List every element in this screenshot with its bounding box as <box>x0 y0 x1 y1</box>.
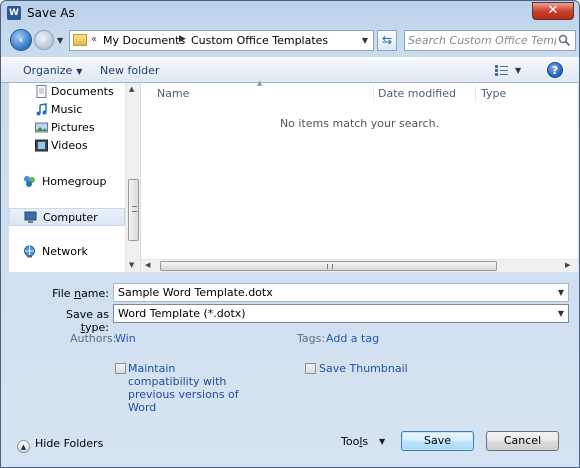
sort-indicator-icon: ▲ <box>257 79 263 87</box>
computer-icon <box>24 211 37 223</box>
save-thumbnail-label[interactable]: Save Thumbnail <box>319 362 408 375</box>
file-list-scrollbar[interactable]: ◀ ▶ <box>141 259 578 272</box>
tags-value[interactable]: Add a tag <box>326 332 379 345</box>
file-name-field[interactable]: Sample Word Template.dotx ▼ <box>113 283 569 302</box>
maintain-compatibility-checkbox[interactable] <box>115 363 126 374</box>
nav-item-label: Videos <box>51 139 88 152</box>
address-bar[interactable]: « My Documents ▶ Custom Office Templates… <box>69 30 374 51</box>
authors-label: Authors: <box>70 332 117 345</box>
chevron-down-icon[interactable]: ▼ <box>558 288 564 297</box>
nav-item-music[interactable]: Music <box>9 101 125 119</box>
back-button[interactable]: ‹ <box>10 29 32 51</box>
save-button[interactable]: Save <box>401 431 474 451</box>
nav-item-label: Music <box>51 103 83 116</box>
search-icon[interactable] <box>558 34 571 47</box>
chevron-down-icon: ▼ <box>76 67 83 76</box>
breadcrumb-custom-office-templates[interactable]: Custom Office Templates <box>191 34 328 47</box>
nav-item-homegroup[interactable]: Homegroup <box>9 173 125 191</box>
nav-item-network[interactable]: Network <box>9 243 125 261</box>
address-dropdown-icon[interactable]: ▼ <box>362 36 368 45</box>
views-dropdown-icon[interactable]: ▼ <box>515 66 521 75</box>
command-bar: Organize ▼ New folder ▼ ? <box>1 57 579 83</box>
scroll-down-icon[interactable]: ▼ <box>129 261 134 269</box>
save-as-type-value: Word Template (*.dotx) <box>118 307 246 320</box>
save-as-type-select[interactable]: Word Template (*.dotx) ▼ <box>113 304 569 323</box>
tools-dropdown-icon[interactable]: ▼ <box>379 437 385 446</box>
breadcrumb-separator-icon[interactable]: ▶ <box>179 34 186 44</box>
cancel-button[interactable]: Cancel <box>486 431 559 451</box>
save-as-type-label: Save as type: <box>66 308 109 334</box>
nav-item-label: Computer <box>43 211 98 224</box>
homegroup-icon <box>24 176 35 187</box>
chevron-up-icon: ▲ <box>17 440 30 453</box>
hide-folders-label: Hide Folders <box>35 437 104 450</box>
scroll-up-icon[interactable]: ▲ <box>129 85 134 93</box>
nav-item-label: Pictures <box>51 121 95 134</box>
breadcrumb-my-documents[interactable]: My Documents <box>103 34 185 47</box>
scroll-left-icon[interactable]: ◀ <box>145 261 150 269</box>
pictures-icon <box>35 122 48 133</box>
column-header-date-modified[interactable]: Date modified <box>378 87 456 100</box>
save-as-dialog: W Save As ✕ ‹ › ▼ « My Documents ▶ Custo… <box>0 0 580 468</box>
authors-value[interactable]: Win <box>115 332 136 345</box>
chevron-down-icon[interactable]: ▼ <box>558 309 564 318</box>
file-name-label: File name: <box>52 287 109 300</box>
scroll-right-icon[interactable]: ▶ <box>565 261 570 269</box>
breadcrumb-overflow-chevron[interactable]: « <box>91 34 97 45</box>
documents-icon <box>36 85 47 98</box>
nav-item-label: Network <box>42 245 88 258</box>
videos-icon <box>35 139 48 152</box>
hide-folders-button[interactable]: ▲ Hide Folders <box>17 437 103 453</box>
save-thumbnail-checkbox[interactable] <box>305 363 316 374</box>
maintain-compatibility-label[interactable]: Maintain compatibility with previous ver… <box>128 362 239 414</box>
grip-icon <box>132 206 137 212</box>
nav-item-pictures[interactable]: Pictures <box>9 119 125 137</box>
navigation-pane: Documents Music Pictures Videos Homegrou… <box>9 83 140 272</box>
new-folder-button[interactable]: New folder <box>100 64 159 77</box>
scrollbar-thumb[interactable] <box>128 179 139 241</box>
tags-label: Tags: <box>297 332 326 345</box>
tools-button[interactable]: Tools <box>341 435 368 448</box>
nav-item-label: Documents <box>51 85 114 98</box>
close-button[interactable]: ✕ <box>532 2 574 20</box>
nav-item-label: Homegroup <box>42 175 107 188</box>
refresh-button[interactable]: ⇆ <box>377 30 397 51</box>
navigation-scrollbar[interactable]: ▲ ▼ <box>125 83 140 272</box>
recent-locations-dropdown[interactable]: ▼ <box>57 36 63 45</box>
grip-icon <box>327 264 333 269</box>
nav-item-computer[interactable]: Computer <box>9 208 125 226</box>
music-icon <box>36 103 47 116</box>
help-icon[interactable]: ? <box>547 62 563 78</box>
scrollbar-thumb[interactable] <box>160 261 497 271</box>
empty-message: No items match your search. <box>279 117 440 130</box>
organize-button[interactable]: Organize ▼ <box>23 64 82 77</box>
network-icon <box>24 245 35 258</box>
file-name-value[interactable]: Sample Word Template.dotx <box>118 286 273 299</box>
word-app-icon: W <box>7 6 21 20</box>
column-header-type[interactable]: Type <box>481 87 506 100</box>
title-bar: W Save As ✕ <box>1 1 579 25</box>
organize-label: Organize <box>23 64 73 77</box>
file-list[interactable]: ▲ Name Date modified Type No items match… <box>141 79 578 272</box>
views-icon[interactable] <box>495 65 508 76</box>
column-header-name[interactable]: Name <box>157 87 189 100</box>
folder-icon <box>73 34 87 46</box>
forward-button[interactable]: › <box>34 30 54 50</box>
nav-item-videos[interactable]: Videos <box>9 137 125 155</box>
dialog-title: Save As <box>27 6 75 20</box>
nav-item-documents[interactable]: Documents <box>9 83 125 101</box>
column-divider[interactable] <box>373 85 374 102</box>
column-divider[interactable] <box>475 85 476 102</box>
search-box[interactable] <box>404 30 576 51</box>
search-input[interactable] <box>408 33 556 48</box>
